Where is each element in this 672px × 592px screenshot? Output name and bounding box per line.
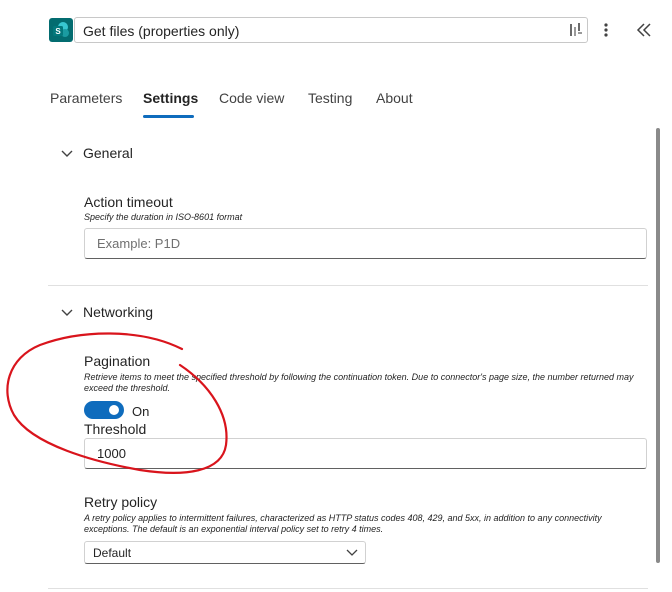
active-tab-indicator <box>143 115 194 118</box>
threshold-label: Threshold <box>84 421 147 437</box>
pagination-toggle-label: On <box>132 404 150 419</box>
scrollbar[interactable] <box>656 128 660 563</box>
svg-text:S: S <box>55 27 61 36</box>
pagination-label: Pagination <box>84 353 151 369</box>
sharepoint-icon: S <box>49 18 73 42</box>
tab-about[interactable]: About <box>376 90 413 114</box>
networking-section-title: Networking <box>83 304 154 320</box>
general-section-title: General <box>83 145 133 161</box>
threshold-input[interactable] <box>84 438 647 469</box>
retry-policy-description: A retry policy applies to intermittent f… <box>84 513 602 534</box>
toggle-knob <box>109 405 119 415</box>
tab-parameters[interactable]: Parameters <box>50 90 122 114</box>
retry-policy-label: Retry policy <box>84 494 158 510</box>
section-divider <box>48 588 648 589</box>
action-header: S Get files (properties only) <box>0 0 672 62</box>
pagination-description: Retrieve items to meet the specified thr… <box>84 372 634 393</box>
tab-settings[interactable]: Settings <box>143 90 198 114</box>
chevron-down-icon <box>346 549 358 556</box>
more-vertical-icon <box>604 23 608 37</box>
section-divider <box>48 285 648 286</box>
tab-testing[interactable]: Testing <box>308 90 352 114</box>
copilot-icon[interactable] <box>569 22 583 43</box>
double-chevron-left-icon <box>636 23 651 37</box>
action-timeout-input[interactable] <box>84 228 647 259</box>
retry-policy-dropdown[interactable]: Default <box>84 541 366 564</box>
retry-policy-selected: Default <box>93 546 132 560</box>
action-timeout-description: Specify the duration in ISO-8601 format <box>84 212 243 222</box>
pagination-toggle[interactable] <box>84 401 124 419</box>
chevron-down-icon <box>61 150 73 157</box>
action-timeout-label: Action timeout <box>84 194 173 210</box>
chevron-down-icon <box>61 309 73 316</box>
action-title-field[interactable]: Get files (properties only) <box>74 17 588 43</box>
more-options-button[interactable] <box>598 18 614 42</box>
collapse-panel-button[interactable] <box>632 18 656 42</box>
tab-code-view[interactable]: Code view <box>219 90 284 114</box>
action-title: Get files (properties only) <box>83 23 240 39</box>
